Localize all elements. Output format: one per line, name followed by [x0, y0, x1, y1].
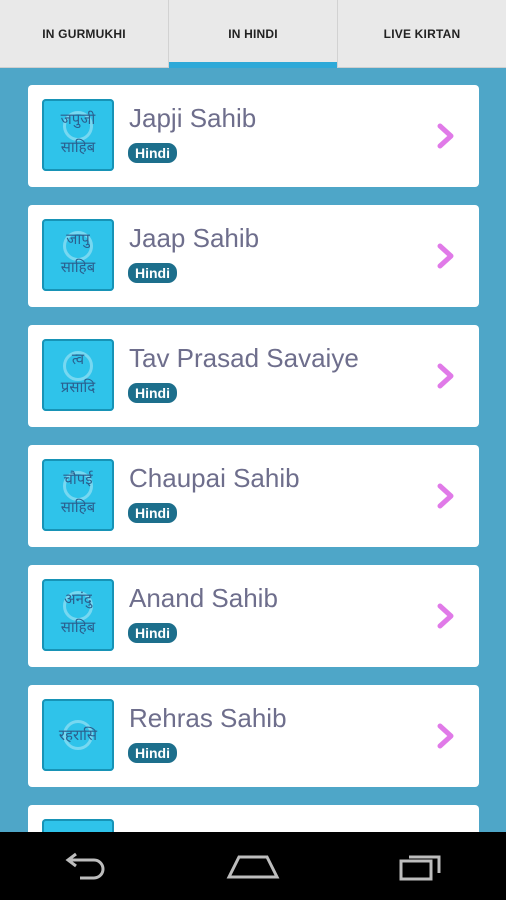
thumbnail-text-line1: अनंदु [64, 590, 92, 608]
back-button[interactable] [54, 846, 114, 886]
bani-list[interactable]: जपुजी साहिब Japji Sahib Hindi जापु साहिब… [0, 68, 506, 832]
thumbnail-text-line2: साहिब [60, 138, 96, 156]
back-icon [65, 852, 105, 880]
bani-thumbnail: जपुजी साहिब [42, 99, 114, 171]
tab-in-hindi[interactable]: IN HINDI [168, 0, 337, 68]
list-item-partial[interactable] [28, 805, 479, 832]
language-badge: Hindi [128, 383, 177, 403]
tab-live-kirtan[interactable]: LIVE KIRTAN [337, 0, 506, 67]
list-item-jaap-sahib[interactable]: जापु साहिब Jaap Sahib Hindi [28, 205, 479, 307]
item-title: Chaupai Sahib [129, 463, 300, 493]
list-item-anand-sahib[interactable]: अनंदु साहिब Anand Sahib Hindi [28, 565, 479, 667]
thumbnail-text-line1: चौपई [63, 470, 93, 488]
thumbnail-text-line2: साहिब [60, 498, 96, 516]
home-button[interactable] [223, 846, 283, 886]
item-title: Anand Sahib [129, 583, 278, 613]
home-icon [226, 855, 280, 879]
thumbnail-text-line1: जपुजी [60, 110, 96, 128]
thumbnail-text-line1: त्व [71, 350, 85, 368]
list-item-japji-sahib[interactable]: जपुजी साहिब Japji Sahib Hindi [28, 85, 479, 187]
bani-thumbnail: रहरासि [42, 699, 114, 771]
recents-button[interactable] [392, 846, 452, 886]
item-title: Rehras Sahib [129, 703, 287, 733]
language-badge: Hindi [128, 503, 177, 523]
list-item-rehras-sahib[interactable]: रहरासि Rehras Sahib Hindi [28, 685, 479, 787]
tab-bar: IN GURMUKHI IN HINDI LIVE KIRTAN [0, 0, 506, 68]
bani-thumbnail: चौपई साहिब [42, 459, 114, 531]
thumbnail-text-line2: साहिब [60, 258, 96, 276]
tab-in-gurmukhi[interactable]: IN GURMUKHI [0, 0, 168, 67]
chevron-right-icon[interactable] [435, 723, 457, 749]
recents-icon [399, 855, 441, 881]
bani-thumbnail [42, 819, 114, 832]
thumbnail-text-line2: प्रसादि [60, 378, 96, 396]
bani-thumbnail: अनंदु साहिब [42, 579, 114, 651]
item-title: Japji Sahib [129, 103, 257, 133]
language-badge: Hindi [128, 143, 177, 163]
item-title: Tav Prasad Savaiye [129, 343, 359, 373]
list-item-tav-prasad-savaiye[interactable]: त्व प्रसादि Tav Prasad Savaiye Hindi [28, 325, 479, 427]
thumbnail-text-line1: जापु [66, 230, 90, 248]
chevron-right-icon[interactable] [435, 603, 457, 629]
thumbnail-text-line2: साहिब [60, 618, 96, 636]
language-badge: Hindi [128, 743, 177, 763]
system-navigation-bar [0, 832, 506, 900]
language-badge: Hindi [128, 263, 177, 283]
list-item-chaupai-sahib[interactable]: चौपई साहिब Chaupai Sahib Hindi [28, 445, 479, 547]
chevron-right-icon[interactable] [435, 243, 457, 269]
chevron-right-icon[interactable] [435, 483, 457, 509]
thumbnail-text-line2: रहरासि [58, 726, 98, 744]
language-badge: Hindi [128, 623, 177, 643]
bani-thumbnail: त्व प्रसादि [42, 339, 114, 411]
bani-thumbnail: जापु साहिब [42, 219, 114, 291]
chevron-right-icon[interactable] [435, 363, 457, 389]
item-title: Jaap Sahib [129, 223, 260, 253]
chevron-right-icon[interactable] [435, 123, 457, 149]
